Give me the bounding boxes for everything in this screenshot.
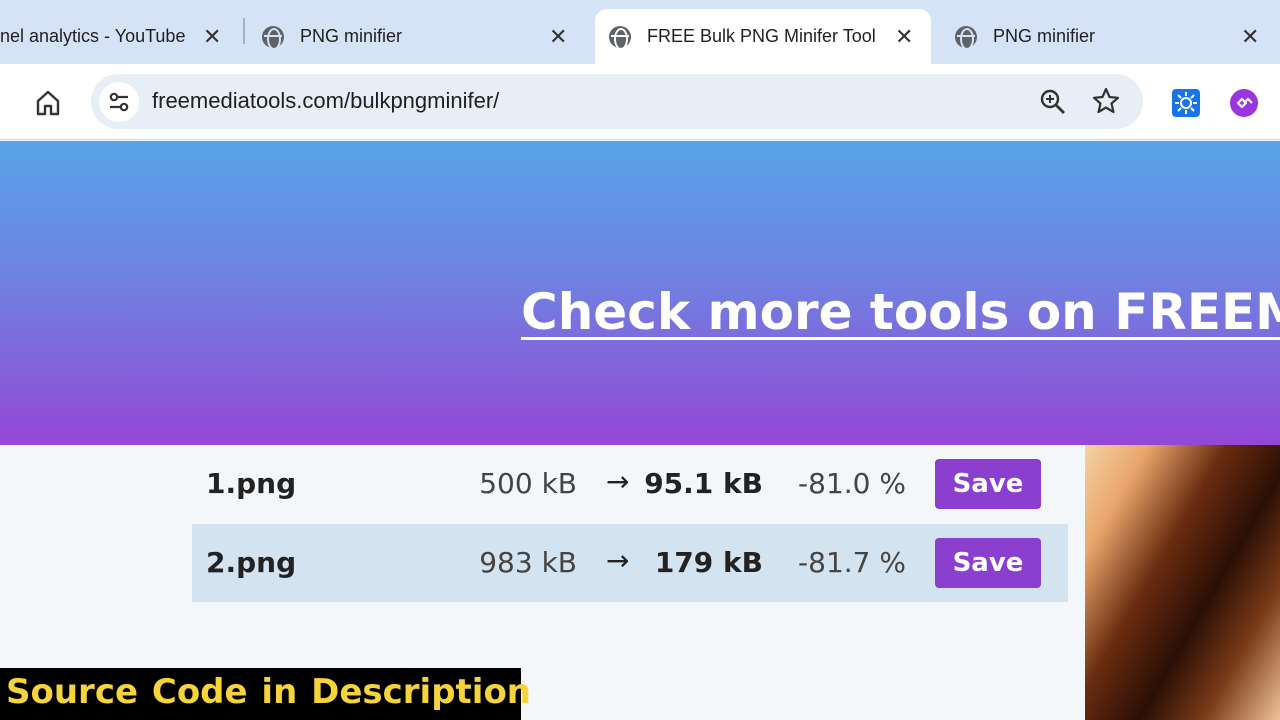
tab-png-minifier-2[interactable]: PNG minifier ✕ (955, 9, 1280, 64)
tab-title: FREE Bulk PNG Minifer Tool (647, 26, 876, 46)
globe-icon (955, 25, 977, 50)
close-icon[interactable]: ✕ (549, 24, 567, 50)
minified-size: 95.1 kB (644, 467, 763, 500)
more-tools-link[interactable]: Check more tools on FREEMEDIATOOLS (521, 283, 1280, 341)
caption-overlay: Source Code in Description (0, 668, 531, 720)
tab-youtube-analytics[interactable]: nel analytics - YouTube ✕ (0, 9, 240, 64)
extension-icon[interactable] (1230, 89, 1258, 117)
size-reduction: -81.7 % (798, 546, 906, 579)
home-icon[interactable] (30, 86, 66, 120)
table-row: 2.png 983 kB → 179 kB -81.7 % Save (192, 524, 1068, 602)
zoom-icon[interactable] (1039, 88, 1067, 116)
caption-text: Source Code in Description (6, 672, 532, 712)
browser-toolbar: freemediatools.com/bulkpngminifer/ (0, 64, 1280, 140)
file-name: 1.png (206, 467, 297, 500)
tab-title: nel analytics - YouTube (0, 26, 186, 46)
close-icon[interactable]: ✕ (1241, 24, 1259, 50)
arrow-icon: → (606, 544, 630, 577)
file-name: 2.png (206, 546, 297, 579)
tab-separator (243, 18, 245, 44)
globe-icon (262, 25, 284, 50)
close-icon[interactable]: ✕ (895, 24, 913, 50)
address-bar[interactable]: freemediatools.com/bulkpngminifer/ (91, 74, 1143, 129)
minified-size: 179 kB (654, 546, 763, 579)
original-size: 983 kB (479, 546, 577, 579)
tab-strip: nel analytics - YouTube ✕ PNG minifier ✕… (0, 0, 1280, 64)
save-button[interactable]: Save (935, 538, 1041, 588)
tab-title: PNG minifier (993, 26, 1096, 46)
globe-icon (609, 25, 631, 50)
results-list: 1.png 500 kB → 95.1 kB -81.0 % Save 2.pn… (192, 445, 1068, 602)
save-button[interactable]: Save (935, 459, 1041, 509)
url-text[interactable]: freemediatools.com/bulkpngminifer/ (152, 88, 499, 114)
table-row: 1.png 500 kB → 95.1 kB -81.0 % Save (192, 445, 1068, 524)
extension-icon[interactable] (1172, 89, 1200, 117)
side-image (1085, 445, 1280, 720)
close-icon[interactable]: ✕ (203, 24, 221, 50)
size-reduction: -81.0 % (798, 467, 906, 500)
original-size: 500 kB (479, 467, 577, 500)
site-info-icon[interactable] (99, 82, 139, 122)
star-icon[interactable] (1091, 86, 1121, 116)
tab-bulk-png-minifier[interactable]: FREE Bulk PNG Minifer Tool ✕ (595, 9, 931, 64)
tab-title: PNG minifier (300, 26, 403, 46)
promo-banner: Check more tools on FREEMEDIATOOLS (0, 141, 1280, 445)
arrow-icon: → (606, 465, 630, 498)
tab-png-minifier[interactable]: PNG minifier ✕ (262, 9, 592, 64)
